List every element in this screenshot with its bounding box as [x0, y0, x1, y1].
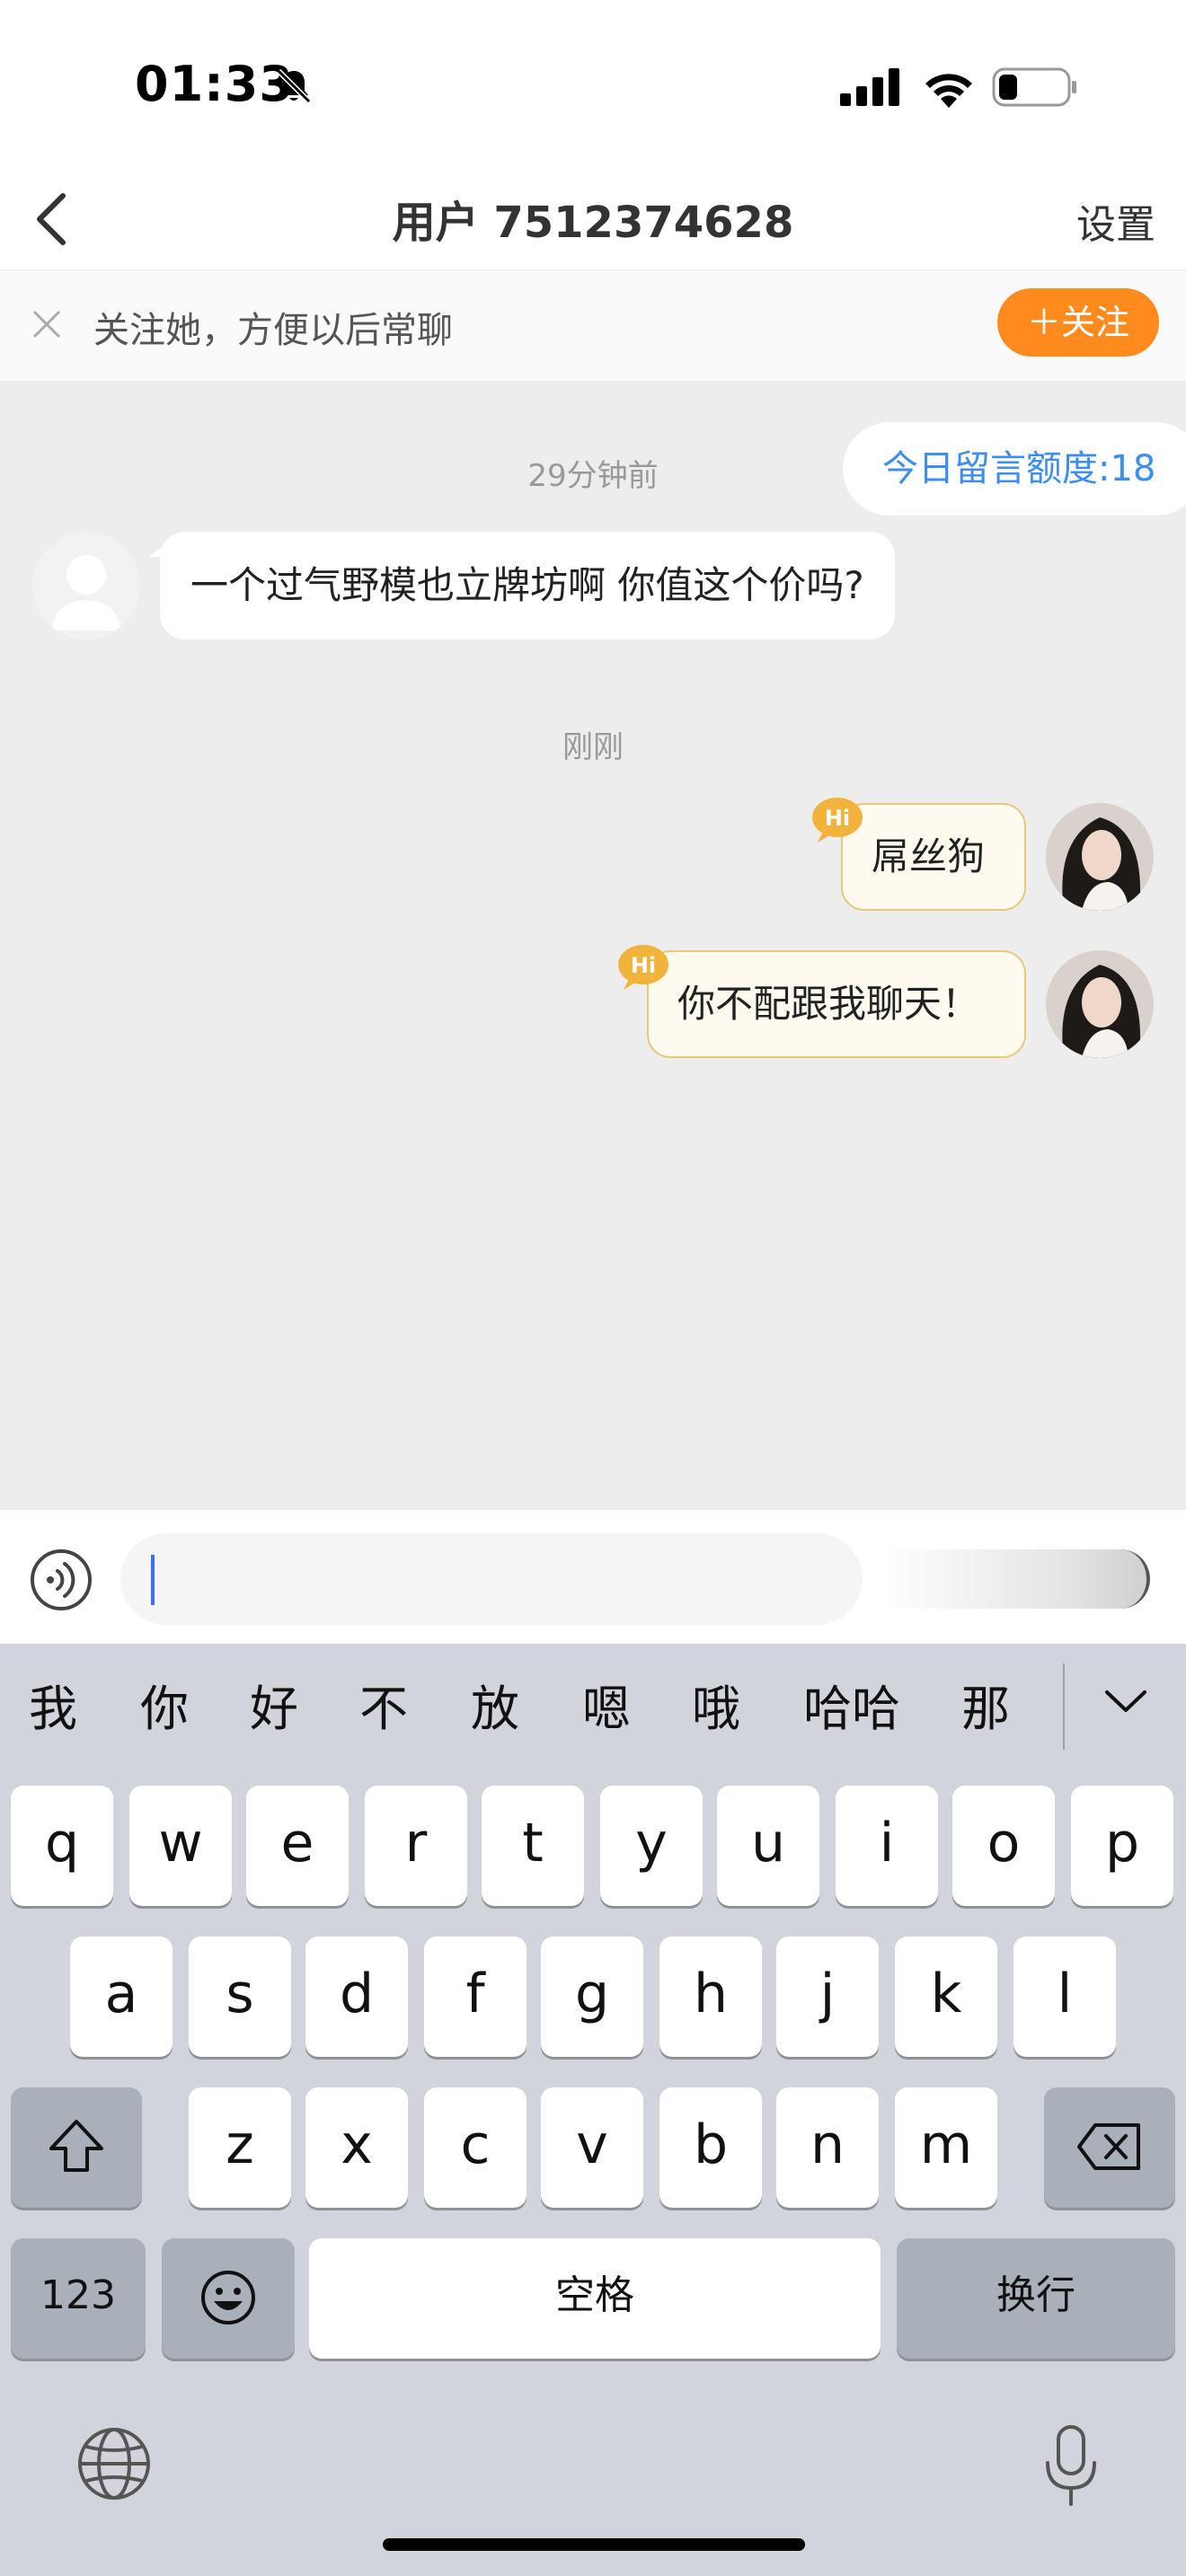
svg-text:Hi: Hi [631, 953, 656, 978]
globe-icon[interactable] [75, 2425, 153, 2502]
key-j[interactable]: j [776, 1936, 879, 2057]
follow-hint-text: 关注她，方便以后常聊 [93, 310, 453, 351]
hi-badge-icon: Hi [812, 798, 863, 842]
avatar[interactable] [1046, 950, 1154, 1058]
timestamp: 29分钟前 [527, 458, 659, 494]
home-indicator[interactable] [383, 2538, 805, 2551]
candidate-word[interactable]: 你 [140, 1669, 189, 1740]
page-title: 用户 7512374628 [392, 198, 794, 248]
microphone-icon[interactable] [1042, 2423, 1100, 2510]
incoming-message-bubble[interactable]: 一个过气野模也立牌坊啊 你值这个价吗? [149, 532, 895, 640]
candidate-word[interactable]: 那 [961, 1669, 1010, 1740]
candidate-word[interactable]: 嗯 [582, 1669, 631, 1740]
bell-muted-icon [276, 68, 312, 104]
keyboard: 我 你 好 不 放 嗯 哦 哈哈 那 q w e r t y u i o p a… [0, 1644, 1186, 2576]
avatar[interactable] [32, 532, 140, 640]
key-s[interactable]: s [189, 1936, 291, 2057]
emoji-icon [201, 2271, 255, 2325]
numbers-key[interactable]: 123 [11, 2238, 146, 2359]
key-t[interactable]: t [482, 1786, 584, 1906]
follow-suggestion-bar: 关注她，方便以后常聊 ＋关注 [0, 269, 1186, 381]
message-input-bar [0, 1509, 1186, 1644]
key-n[interactable]: n [776, 2087, 879, 2208]
shift-key[interactable] [11, 2087, 142, 2208]
voice-input-icon[interactable] [29, 1548, 93, 1612]
close-icon[interactable] [29, 306, 65, 342]
key-b[interactable]: b [659, 2087, 762, 2208]
candidate-word[interactable]: 哦 [692, 1669, 740, 1740]
send-button[interactable] [881, 1549, 1150, 1609]
key-a[interactable]: a [70, 1936, 173, 2057]
message-input[interactable] [120, 1533, 863, 1625]
key-l[interactable]: l [1013, 1936, 1116, 2057]
key-w[interactable]: w [129, 1786, 232, 1906]
text-caret [151, 1555, 155, 1605]
key-r[interactable]: r [365, 1786, 467, 1906]
avatar[interactable] [1046, 803, 1154, 911]
key-e[interactable]: e [246, 1786, 349, 1906]
wifi-icon [925, 74, 972, 108]
outgoing-message-bubble[interactable]: 屌丝狗 [841, 803, 1026, 911]
battery-icon [992, 67, 1076, 107]
key-g[interactable]: g [541, 1936, 643, 2057]
settings-button[interactable]: 设置 [1076, 192, 1155, 250]
default-avatar-icon [52, 555, 120, 631]
key-i[interactable]: i [836, 1786, 938, 1906]
candidate-word[interactable]: 我 [29, 1669, 77, 1740]
key-c[interactable]: c [424, 2087, 527, 2208]
chat-area[interactable]: 今日留言额度:18 29分钟前 一个过气野模也立牌坊啊 你值这个价吗? 刚刚 屌… [0, 381, 1186, 1509]
key-o[interactable]: o [952, 1786, 1055, 1906]
user-photo-avatar [1046, 950, 1154, 1058]
backspace-icon [1077, 2123, 1140, 2170]
timestamp: 刚刚 [562, 729, 624, 765]
nav-bar: 用户 7512374628 设置 [0, 171, 1186, 269]
svg-text:Hi: Hi [825, 806, 850, 831]
key-v[interactable]: v [541, 2087, 643, 2208]
key-m[interactable]: m [895, 2087, 997, 2208]
status-bar: 01:33 [0, 0, 1186, 171]
status-time: 01:33 [135, 56, 294, 112]
key-z[interactable]: z [189, 2087, 291, 2208]
candidate-word[interactable]: 好 [250, 1669, 298, 1740]
key-u[interactable]: u [717, 1786, 819, 1906]
chevron-down-icon[interactable] [1102, 1683, 1150, 1719]
candidate-word[interactable]: 哈哈 [803, 1669, 900, 1740]
space-key[interactable]: 空格 [309, 2238, 881, 2359]
key-d[interactable]: d [305, 1936, 408, 2057]
user-photo-avatar [1046, 803, 1154, 911]
shift-arrow-icon [49, 2120, 103, 2172]
candidate-word[interactable]: 放 [471, 1669, 519, 1740]
key-f[interactable]: f [424, 1936, 527, 2057]
delete-key[interactable] [1044, 2087, 1175, 2208]
key-h[interactable]: h [659, 1936, 762, 2057]
cellular-signal-icon [840, 68, 899, 106]
hi-badge-icon: Hi [618, 945, 668, 990]
key-x[interactable]: x [305, 2087, 408, 2208]
return-key[interactable]: 换行 [897, 2238, 1175, 2359]
key-q[interactable]: q [11, 1786, 113, 1906]
outgoing-message-bubble[interactable]: 你不配跟我聊天！ [647, 950, 1026, 1058]
candidate-bar: 我 你 好 不 放 嗯 哦 哈哈 那 [0, 1644, 1186, 1762]
key-p[interactable]: p [1071, 1786, 1173, 1906]
emoji-key[interactable] [162, 2238, 295, 2359]
candidate-word[interactable]: 不 [359, 1669, 408, 1740]
key-y[interactable]: y [600, 1786, 703, 1906]
follow-button[interactable]: ＋关注 [997, 288, 1159, 357]
divider [1063, 1663, 1065, 1750]
key-k[interactable]: k [895, 1936, 997, 2057]
